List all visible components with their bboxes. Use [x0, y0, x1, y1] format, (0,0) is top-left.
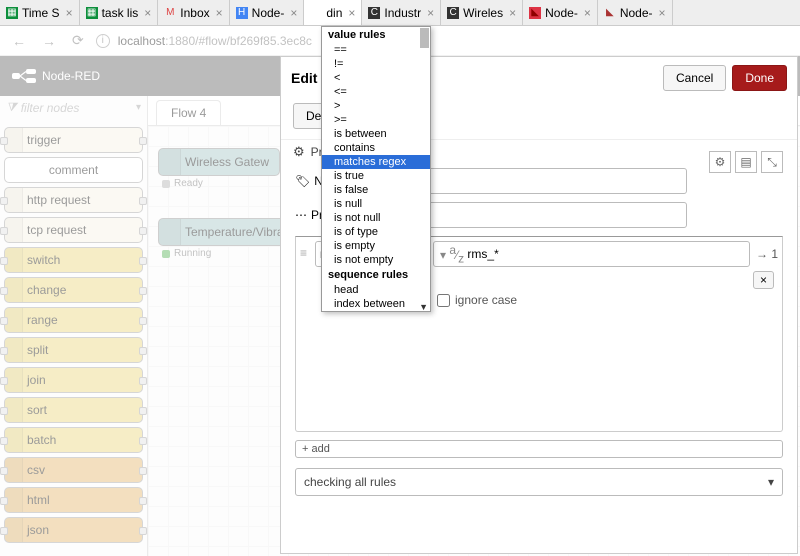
favicon-sheets: ▦ [6, 7, 18, 19]
dropdown-option[interactable]: index between [322, 297, 430, 311]
dropdown-option[interactable]: < [322, 71, 430, 85]
drag-handle-icon[interactable]: ≡ [300, 241, 307, 260]
browser-tab[interactable]: MInbox× [158, 0, 229, 25]
browser-tab[interactable]: ◣Node-× [598, 0, 673, 25]
dropdown-option[interactable]: is between [322, 127, 430, 141]
favicon-nodered: ◣ [604, 7, 616, 19]
browser-tab-strip: ▦Time S× ▦task lis× MInbox× HNode-× din×… [0, 0, 800, 26]
dropdown-option[interactable]: == [322, 43, 430, 57]
favicon-h: H [236, 7, 248, 19]
browser-tab[interactable]: ▦Time S× [0, 0, 80, 25]
dropdown-option[interactable]: contains [322, 141, 430, 155]
add-rule-button[interactable]: + add [295, 440, 783, 458]
browser-tab[interactable]: HNode-× [230, 0, 305, 25]
dropdown-option[interactable]: >= [322, 113, 430, 127]
tab-close-icon[interactable]: × [216, 6, 223, 20]
dropdown-option[interactable]: > [322, 99, 430, 113]
dropdown-option[interactable]: is null [322, 197, 430, 211]
dropdown-option[interactable]: is true [322, 169, 430, 183]
tab-close-icon[interactable]: × [659, 6, 666, 20]
tab-close-icon[interactable]: × [290, 6, 297, 20]
browser-tab[interactable]: din× [304, 0, 362, 25]
dropdown-option[interactable]: head [322, 283, 430, 297]
tab-close-icon[interactable]: × [144, 6, 151, 20]
book-button[interactable]: ▤ [735, 151, 757, 173]
tag-icon: 🏷 [295, 174, 310, 188]
favicon [310, 7, 322, 19]
tab-close-icon[interactable]: × [584, 6, 591, 20]
dropdown-group-label: sequence rules [322, 267, 430, 283]
dropdown-option[interactable]: is of type [322, 225, 430, 239]
rule-value-input[interactable]: ▾ a⁄z rms_* [433, 241, 750, 267]
tab-close-icon[interactable]: × [348, 6, 355, 20]
dropdown-option[interactable]: is empty [322, 239, 430, 253]
expand-button[interactable]: ⤡ [761, 151, 783, 173]
browser-tab[interactable]: ▦task lis× [80, 0, 159, 25]
dropdown-option[interactable]: is not null [322, 211, 430, 225]
dots-icon: ⋯ [295, 208, 307, 222]
scrollbar-thumb[interactable] [420, 28, 429, 48]
dropdown-option[interactable]: is false [322, 183, 430, 197]
rule-output-label: → 1 [756, 247, 778, 261]
favicon-c: C [447, 7, 459, 19]
check-mode-select[interactable]: checking all rules▾ [295, 468, 783, 496]
operator-dropdown: ▲ value rules ==!=<<=>>=is betweencontai… [321, 26, 431, 312]
browser-tab[interactable]: CWireles× [441, 0, 523, 25]
favicon-gmail: M [164, 7, 176, 19]
tab-close-icon[interactable]: × [427, 6, 434, 20]
ignore-case-checkbox[interactable]: ignore case [433, 293, 778, 307]
rule-remove-button[interactable]: × [753, 271, 774, 289]
tab-close-icon[interactable]: × [509, 6, 516, 20]
favicon-sheets: ▦ [86, 7, 98, 19]
tab-close-icon[interactable]: × [66, 6, 73, 20]
dropdown-option[interactable]: <= [322, 85, 430, 99]
cancel-button[interactable]: Cancel [663, 65, 726, 91]
scroll-down-icon[interactable]: ▼ [419, 302, 428, 312]
dropdown-option[interactable]: != [322, 57, 430, 71]
cog-button[interactable]: ⚙ [709, 151, 731, 173]
dropdown-group-label: value rules [322, 27, 430, 43]
cog-icon: ⚙ [293, 144, 305, 160]
dropdown-option[interactable]: is not empty [322, 253, 430, 267]
browser-tab[interactable]: CIndustr× [362, 0, 441, 25]
dropdown-option[interactable]: matches regex [322, 155, 430, 169]
favicon-nodered: ◣ [529, 7, 541, 19]
browser-tab[interactable]: ◣Node-× [523, 0, 598, 25]
chevron-down-icon: ▾ [768, 475, 774, 489]
done-button[interactable]: Done [732, 65, 787, 91]
favicon-c: C [368, 7, 380, 19]
